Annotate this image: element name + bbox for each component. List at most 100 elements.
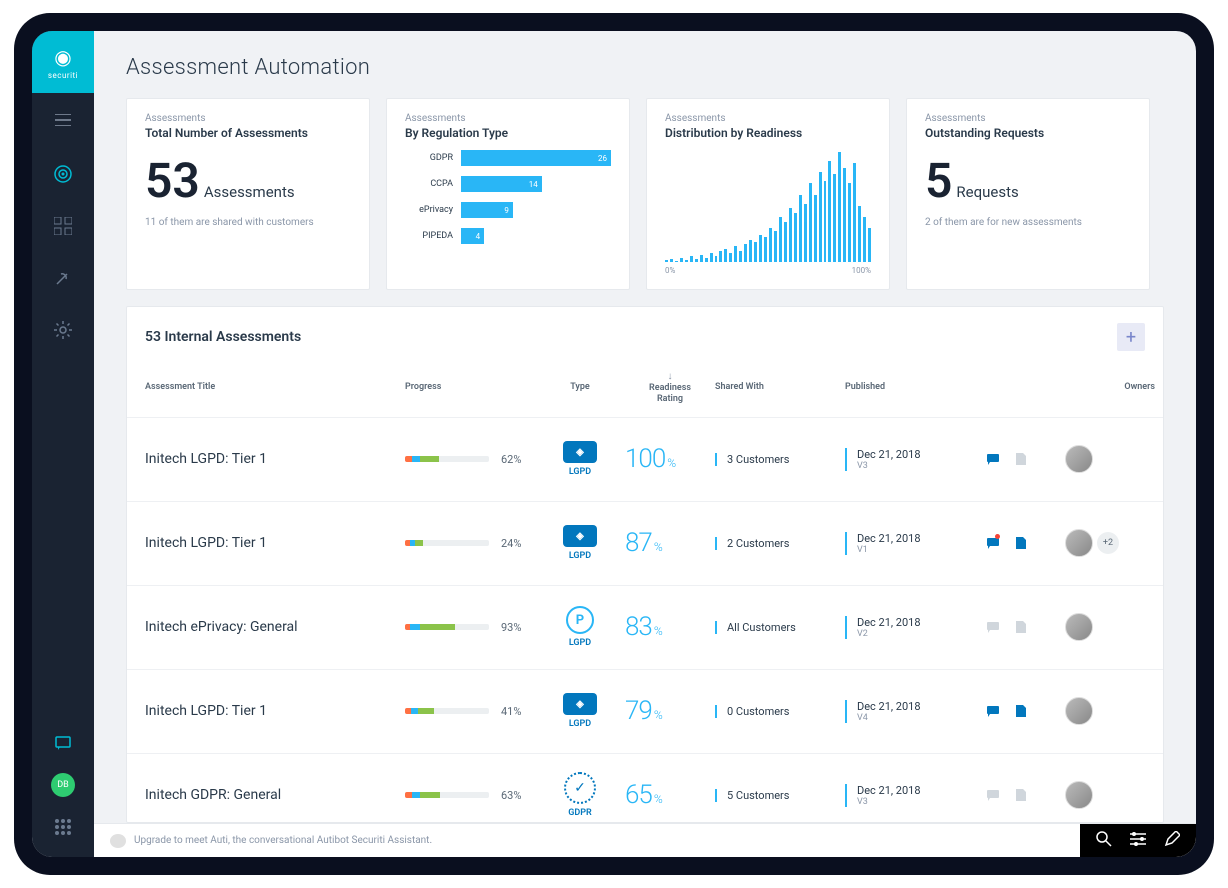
- progress-percent: 41%: [501, 705, 535, 718]
- card-by-regulation: Assessments By Regulation Type GDPR 26 C…: [386, 98, 630, 290]
- user-avatar-badge[interactable]: DB: [51, 773, 75, 797]
- col-readiness[interactable]: ↓ Readiness Rating: [625, 371, 715, 405]
- app-screen: ◉ securiti: [32, 31, 1196, 857]
- published-version: V4: [857, 713, 985, 723]
- readiness-cell: 87%: [625, 528, 715, 558]
- progress-cell: 41%: [405, 705, 535, 718]
- progress-percent: 93%: [501, 621, 535, 634]
- published-date: Dec 21, 2018: [857, 616, 985, 629]
- published-date: Dec 21, 2018: [857, 448, 985, 461]
- menu-toggle[interactable]: [55, 111, 71, 130]
- owners-cell: [1065, 697, 1155, 725]
- comment-icon[interactable]: [985, 703, 1001, 719]
- dist-bar: [749, 240, 752, 262]
- brand-name: securiti: [48, 71, 78, 80]
- brand-logo[interactable]: ◉ securiti: [32, 31, 94, 93]
- bar-label: CCPA: [405, 179, 453, 189]
- type-cell: ◈ LGPD: [535, 525, 625, 561]
- add-assessment-button[interactable]: +: [1117, 323, 1145, 351]
- row-more-button[interactable]: ⋮: [1155, 786, 1164, 805]
- document-icon[interactable]: [1013, 451, 1029, 467]
- comment-icon[interactable]: [985, 619, 1001, 635]
- document-icon[interactable]: [1013, 787, 1029, 803]
- progress-cell: 93%: [405, 621, 535, 634]
- dist-bar: [739, 251, 742, 262]
- document-icon[interactable]: [1013, 535, 1029, 551]
- row-icons: [985, 535, 1065, 551]
- nav-item-dashboard[interactable]: [49, 212, 77, 240]
- progress-cell: 24%: [405, 537, 535, 550]
- row-icons: [985, 787, 1065, 803]
- dist-bar: [680, 258, 683, 262]
- filter-icon[interactable]: [1130, 831, 1146, 850]
- comment-icon[interactable]: [985, 787, 1001, 803]
- owner-avatar[interactable]: [1065, 445, 1093, 473]
- row-title: Initech LGPD: Tier 1: [145, 451, 405, 467]
- owners-extra-count[interactable]: +2: [1097, 532, 1119, 554]
- bar-fill: 4: [461, 228, 484, 244]
- nav-item-chat[interactable]: [49, 729, 77, 757]
- document-icon[interactable]: [1013, 619, 1029, 635]
- table-row[interactable]: Initech LGPD: Tier 1 62% ◈ LGPD 100% 3 C…: [127, 418, 1163, 502]
- assessments-table: 53 Internal Assessments + Assessment Tit…: [126, 306, 1164, 823]
- shared-cell: 2 Customers: [715, 537, 845, 550]
- row-more-button[interactable]: ⋮: [1155, 450, 1164, 469]
- col-published[interactable]: Published: [845, 382, 985, 393]
- card-eyebrow: Assessments: [665, 113, 871, 124]
- row-icons: [985, 451, 1065, 467]
- row-icons: [985, 619, 1065, 635]
- shared-cell: 0 Customers: [715, 705, 845, 718]
- nav-item-apps[interactable]: [49, 813, 77, 841]
- comment-icon[interactable]: [985, 451, 1001, 467]
- bar-track: 26: [461, 150, 611, 166]
- regulation-bar-row: ePrivacy 9: [405, 202, 611, 218]
- edit-icon[interactable]: [1164, 831, 1180, 851]
- footer-message: Upgrade to meet Auti, the conversational…: [134, 835, 432, 846]
- progress-bar: [405, 708, 489, 714]
- document-icon[interactable]: [1013, 703, 1029, 719]
- axis-max: 100%: [852, 266, 871, 275]
- nav-item-radar[interactable]: [49, 160, 77, 188]
- published-date: Dec 21, 2018: [857, 700, 985, 713]
- card-distribution: Assessments Distribution by Readiness 0%…: [646, 98, 890, 290]
- table-row[interactable]: Initech LGPD: Tier 1 41% ◈ LGPD 79% 0 Cu…: [127, 670, 1163, 754]
- dist-bar: [868, 228, 871, 262]
- row-more-button[interactable]: ⋮: [1155, 534, 1164, 553]
- type-label: LGPD: [569, 719, 591, 729]
- dist-bar: [863, 217, 866, 262]
- dist-bar: [814, 195, 817, 262]
- owner-avatar[interactable]: [1065, 781, 1093, 809]
- col-readiness-line2: Rating: [625, 394, 715, 405]
- owner-avatar[interactable]: [1065, 529, 1093, 557]
- owners-cell: [1065, 613, 1155, 641]
- col-progress[interactable]: Progress: [405, 382, 535, 393]
- shared-cell: All Customers: [715, 621, 845, 634]
- table-row[interactable]: Initech GDPR: General 63% ✓ GDPR 65% 5 C…: [127, 754, 1163, 823]
- bar-fill: 9: [461, 202, 513, 218]
- dist-bar: [848, 183, 851, 262]
- col-title[interactable]: Assessment Title: [145, 382, 405, 393]
- dist-bar: [769, 228, 772, 262]
- table-row[interactable]: Initech ePrivacy: General 93% P LGPD 83%…: [127, 586, 1163, 670]
- nav-item-tools[interactable]: [49, 264, 77, 292]
- type-cell: ✓ GDPR: [535, 772, 625, 818]
- row-more-button[interactable]: ⋮: [1155, 618, 1164, 637]
- comment-icon[interactable]: [985, 535, 1001, 551]
- col-shared[interactable]: Shared With: [715, 382, 845, 393]
- owner-avatar[interactable]: [1065, 697, 1093, 725]
- progress-percent: 63%: [501, 789, 535, 802]
- sidebar: ◉ securiti: [32, 31, 94, 857]
- main-content: Assessment Automation Assessments Total …: [94, 31, 1196, 857]
- row-more-button[interactable]: ⋮: [1155, 702, 1164, 721]
- published-cell: Dec 21, 2018 V3: [845, 448, 985, 471]
- search-icon[interactable]: [1096, 831, 1112, 851]
- col-owners[interactable]: Owners: [1065, 382, 1155, 393]
- device-frame: ◉ securiti: [14, 13, 1214, 875]
- owner-avatar[interactable]: [1065, 613, 1093, 641]
- dist-bar: [665, 260, 668, 262]
- nav-item-settings[interactable]: [49, 316, 77, 344]
- dist-bar: [824, 181, 827, 262]
- table-row[interactable]: Initech LGPD: Tier 1 24% ◈ LGPD 87% 2 Cu…: [127, 502, 1163, 586]
- col-type[interactable]: Type: [535, 382, 625, 393]
- footer-message-area[interactable]: Upgrade to meet Auti, the conversational…: [94, 834, 1080, 848]
